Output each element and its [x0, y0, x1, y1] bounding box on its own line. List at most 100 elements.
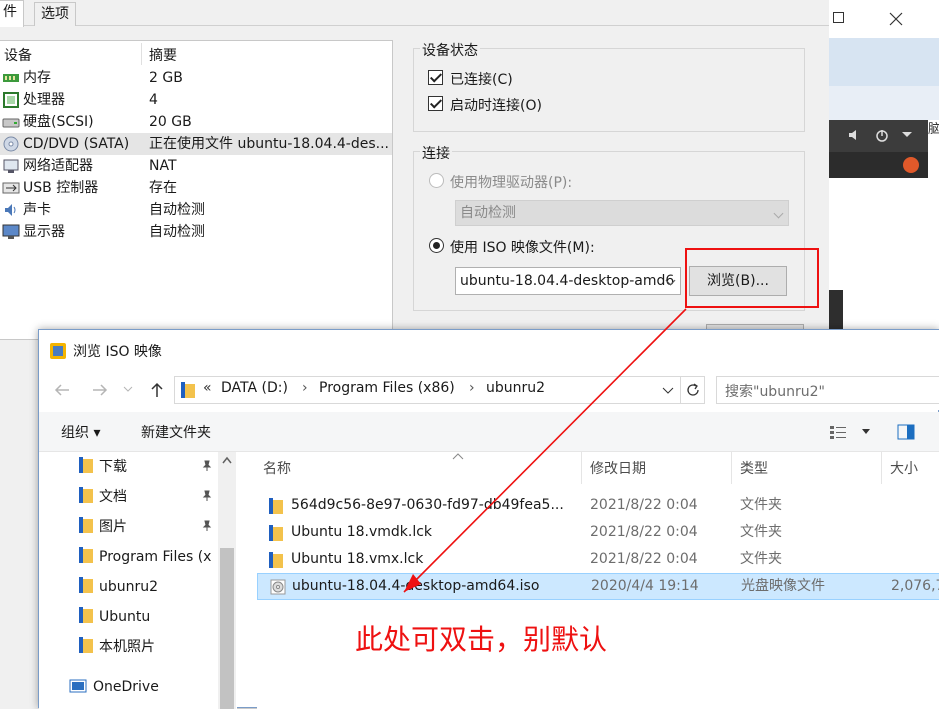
documents-folder-icon: [79, 487, 93, 503]
chevron-down-icon[interactable]: [861, 428, 871, 436]
scroll-thumb[interactable]: [220, 548, 234, 709]
column-header-size[interactable]: 大小: [890, 458, 918, 478]
breadcrumb-ubunru2[interactable]: ubunru2: [486, 380, 545, 396]
device-row-usb[interactable]: USB 控制器 存在: [0, 177, 392, 199]
tab-options[interactable]: 选项: [34, 2, 76, 26]
tab-options-label: 选项: [41, 6, 69, 22]
device-summary: 正在使用文件 ubuntu-18.04.4-des...: [149, 136, 390, 152]
column-divider: [731, 452, 732, 484]
device-name: 处理器: [23, 92, 65, 108]
power-icon: [876, 130, 888, 142]
disc-image-icon: [270, 579, 286, 595]
connection-title: 连接: [420, 143, 452, 163]
preview-bar2: [829, 86, 939, 120]
preview-text: 脑: [928, 122, 939, 137]
folder-icon: [79, 607, 93, 623]
column-divider: [581, 452, 582, 484]
forward-arrow-icon[interactable]: [91, 382, 109, 398]
nav-item-documents[interactable]: 文档: [79, 482, 219, 512]
scroll-up-icon[interactable]: [222, 456, 232, 464]
view-options-icon[interactable]: [829, 424, 849, 440]
tab-hardware[interactable]: 件: [0, 0, 24, 27]
speaker-icon: [849, 130, 856, 140]
nav-item-label: 图片: [99, 519, 127, 535]
chevron-down-icon[interactable]: [123, 384, 133, 394]
device-row-memory[interactable]: 内存 2 GB: [0, 67, 392, 89]
physical-drive-select[interactable]: 自动检测: [455, 200, 789, 226]
file-row-iso-selected[interactable]: ubuntu-18.04.4-desktop-amd64.iso 2020/4/…: [257, 573, 939, 600]
device-summary: 4: [149, 92, 158, 108]
connected-checkbox[interactable]: [428, 70, 443, 85]
onedrive-icon: [69, 679, 87, 693]
device-name: 网络适配器: [23, 158, 93, 174]
refresh-icon[interactable]: [685, 382, 701, 398]
device-row-monitor[interactable]: 显示器 自动检测: [0, 221, 392, 243]
column-divider: [881, 452, 882, 484]
nav-item-ubunru2[interactable]: ubunru2: [79, 572, 219, 602]
preview-titlebar: [829, 0, 939, 38]
file-row[interactable]: Ubuntu 18.vmx.lck 2021/8/22 0:04 文件夹: [257, 546, 939, 573]
search-placeholder: 搜索"ubunru2": [725, 384, 825, 400]
column-header-name[interactable]: 名称: [263, 458, 291, 478]
maximize-icon[interactable]: [833, 12, 844, 23]
chevron-down-icon: [773, 208, 784, 219]
device-row-processor[interactable]: 处理器 4: [0, 89, 392, 111]
nav-item-label: OneDrive: [93, 679, 159, 695]
sound-icon: [5, 204, 16, 216]
device-row-sound[interactable]: 声卡 自动检测: [0, 199, 392, 221]
organize-button[interactable]: 组织 ▾: [61, 422, 100, 442]
device-column-header[interactable]: 设备: [4, 45, 32, 65]
device-row-harddisk[interactable]: 硬盘(SCSI) 20 GB: [0, 111, 392, 133]
folder-icon: [79, 547, 93, 563]
divider: [680, 377, 681, 403]
nav-item-onedrive[interactable]: OneDrive: [69, 672, 209, 702]
iso-image-radio[interactable]: [429, 238, 444, 253]
close-icon[interactable]: [889, 12, 903, 26]
device-status-title: 设备状态: [420, 40, 480, 60]
nav-item-label: ubunru2: [99, 579, 159, 595]
sort-ascending-icon: [452, 453, 464, 460]
breadcrumb-overflow[interactable]: «: [203, 380, 212, 396]
file-type: 文件夹: [740, 497, 782, 513]
breadcrumb-program-files[interactable]: Program Files (x86): [319, 380, 455, 396]
connect-on-start-checkbox[interactable]: [428, 96, 443, 111]
iso-path-combobox[interactable]: ubuntu-18.04.4-desktop-amd6: [455, 267, 681, 295]
column-header-type[interactable]: 类型: [740, 458, 768, 478]
folder-icon: [79, 577, 93, 593]
up-arrow-icon[interactable]: [149, 381, 165, 399]
nav-scrollbar[interactable]: [218, 452, 236, 709]
pictures-folder-icon: [79, 517, 93, 533]
device-row-cddvd[interactable]: CD/DVD (SATA) 正在使用文件 ubuntu-18.04.4-des.…: [0, 133, 392, 155]
summary-column-header[interactable]: 摘要: [149, 45, 177, 65]
nav-item-ubuntu[interactable]: Ubuntu: [79, 602, 219, 632]
file-name: Ubuntu 18.vmdk.lck: [291, 524, 433, 540]
nav-item-label: 下载: [99, 459, 127, 475]
physical-drive-radio[interactable]: [429, 173, 444, 188]
tab-bar: 件 选项: [0, 0, 829, 27]
nav-item-downloads[interactable]: 下载: [79, 452, 219, 482]
folder-icon: [269, 525, 283, 541]
new-folder-button[interactable]: 新建文件夹: [141, 422, 211, 442]
folder-icon: [181, 382, 195, 398]
ubuntu-dock: [829, 290, 843, 330]
file-row[interactable]: 564d9c56-8e97-0630-fd97-db49fea5... 2021…: [257, 492, 939, 519]
file-date: 2021/8/22 0:04: [590, 497, 698, 513]
vmware-app-icon: [50, 343, 66, 359]
close-icon[interactable]: [903, 157, 919, 173]
file-row[interactable]: Ubuntu 18.vmdk.lck 2021/8/22 0:04 文件夹: [257, 519, 939, 546]
column-header-date[interactable]: 修改日期: [590, 458, 646, 478]
address-bar[interactable]: « DATA (D:) › Program Files (x86) › ubun…: [174, 376, 705, 404]
connected-label: 已连接(C): [450, 72, 513, 88]
nav-item-program-files[interactable]: Program Files (x: [79, 542, 219, 572]
nav-item-pictures[interactable]: 图片: [79, 512, 219, 542]
search-input[interactable]: 搜索"ubunru2": [716, 376, 939, 404]
device-row-network[interactable]: 网络适配器 NAT: [0, 155, 392, 177]
chevron-down-icon[interactable]: [662, 386, 674, 396]
back-arrow-icon[interactable]: [53, 382, 71, 398]
breadcrumb-data-drive[interactable]: DATA (D:): [221, 380, 288, 396]
nav-item-local-photos[interactable]: 本机照片: [79, 632, 219, 662]
preview-pane-icon[interactable]: [897, 424, 915, 440]
file-type: 文件夹: [740, 551, 782, 567]
nav-item-label: 文档: [99, 489, 127, 505]
nav-item-label: 本机照片: [99, 639, 155, 655]
